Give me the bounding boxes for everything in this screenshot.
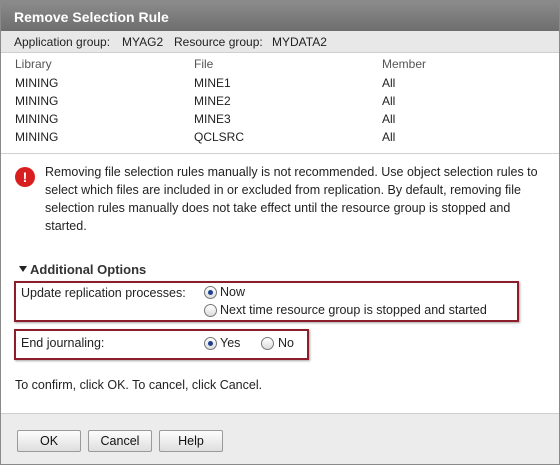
- confirm-instructions: To confirm, click OK. To cancel, click C…: [15, 378, 263, 392]
- triangle-down-icon: [19, 266, 27, 272]
- update-next-time-label[interactable]: Next time resource group is stopped and …: [220, 303, 487, 317]
- journal-yes-label[interactable]: Yes: [220, 336, 240, 350]
- update-replication-label: Update replication processes:: [21, 286, 186, 300]
- table-cell-member: All: [382, 76, 396, 90]
- table-cell-file: QCLSRC: [194, 130, 245, 144]
- table-cell-member: All: [382, 94, 396, 108]
- column-header-library: Library: [15, 57, 52, 71]
- resource-group-label: Resource group:: [174, 35, 263, 49]
- remove-selection-rule-dialog: Remove Selection Rule Application group:…: [0, 0, 560, 465]
- table-cell-file: MINE2: [194, 94, 231, 108]
- table-cell-library: MINING: [15, 76, 59, 90]
- table-cell-file: MINE1: [194, 76, 231, 90]
- divider: [1, 153, 559, 154]
- journal-yes-radio[interactable]: [204, 337, 217, 350]
- update-now-label[interactable]: Now: [220, 285, 245, 299]
- application-group-label: Application group:: [14, 35, 111, 49]
- table-cell-library: MINING: [15, 130, 59, 144]
- table-cell-member: All: [382, 112, 396, 126]
- resource-group-value: MYDATA2: [272, 35, 327, 49]
- update-now-radio[interactable]: [204, 286, 217, 299]
- end-journaling-label: End journaling:: [21, 336, 105, 350]
- additional-options-toggle[interactable]: Additional Options: [19, 262, 146, 277]
- journal-no-label[interactable]: No: [278, 336, 294, 350]
- application-group-value: MYAG2: [122, 35, 164, 49]
- dialog-title: Remove Selection Rule: [14, 9, 169, 25]
- cancel-button[interactable]: Cancel: [88, 430, 152, 452]
- journal-no-radio[interactable]: [261, 337, 274, 350]
- table-cell-member: All: [382, 130, 396, 144]
- additional-options-heading: Additional Options: [30, 262, 147, 277]
- help-button[interactable]: Help: [159, 430, 223, 452]
- column-header-file: File: [194, 57, 214, 71]
- update-next-time-radio[interactable]: [204, 304, 217, 317]
- table-cell-file: MINE3: [194, 112, 231, 126]
- table-cell-library: MINING: [15, 94, 59, 108]
- column-header-member: Member: [382, 57, 427, 71]
- table-cell-library: MINING: [15, 112, 59, 126]
- title-bar[interactable]: Remove Selection Rule: [1, 1, 559, 31]
- button-bar: OK Cancel Help: [1, 413, 559, 464]
- warning-message: Removing file selection rules manually i…: [45, 165, 538, 233]
- error-icon: !: [15, 167, 35, 187]
- ok-button[interactable]: OK: [17, 430, 81, 452]
- group-info-bar: Application group: MYAG2 Resource group:…: [1, 31, 559, 53]
